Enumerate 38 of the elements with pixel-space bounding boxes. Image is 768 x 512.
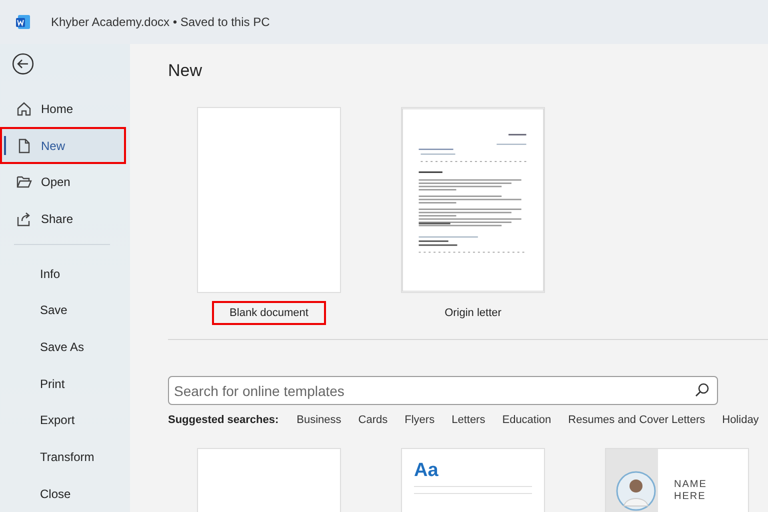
nav-item[interactable]: Close: [0, 475, 126, 512]
search-field[interactable]: Search for online templates: [168, 376, 718, 405]
home-icon: [16, 101, 32, 118]
nav-item[interactable]: Info: [0, 255, 126, 292]
letter-template-thumbnail[interactable]: [401, 107, 545, 293]
window-title: Khyber Academy.docx • Saved to this PC: [51, 15, 270, 29]
suggested-search-link[interactable]: Flyers: [404, 414, 435, 426]
template-label: Origin letter: [444, 306, 502, 321]
suggested-search-link[interactable]: Cards: [358, 414, 388, 426]
blank-template-thumbnail[interactable]: [197, 107, 341, 293]
suggested-searches-label: Suggested searches:: [168, 414, 279, 426]
suggested-search-link[interactable]: Business: [296, 414, 342, 426]
suggested-search-link[interactable]: Resumes and Cover Letters: [568, 414, 706, 426]
template-label: Blank document: [212, 301, 326, 325]
resume-name-text: NAME HERE: [674, 479, 708, 503]
resume-template-thumbnail[interactable]: NAME HERE: [605, 448, 749, 512]
folder-icon: [16, 174, 32, 190]
suggested-search-link[interactable]: Letters: [452, 414, 486, 426]
nav-item[interactable]: Export: [0, 402, 126, 439]
template-thumbnail[interactable]: Aa: [401, 448, 545, 512]
nav-item[interactable]: Save As: [0, 328, 126, 366]
nav-item[interactable]: Print: [0, 365, 126, 402]
nav-item[interactable]: Share: [0, 200, 126, 238]
suggested-search-link[interactable]: Education: [502, 414, 552, 426]
share-icon: [16, 211, 32, 228]
nav-item[interactable]: Home: [0, 90, 126, 128]
nav-item[interactable]: Open: [0, 164, 126, 201]
blank-template-thumbnail[interactable]: [197, 448, 341, 512]
nav-item[interactable]: New: [0, 127, 126, 164]
avatar-icon: [616, 471, 656, 511]
document-icon: [16, 138, 32, 154]
nav-item[interactable]: Save: [0, 292, 126, 329]
page-heading: New: [168, 61, 204, 81]
suggested-search-link[interactable]: Holiday: [722, 414, 759, 426]
nav-item[interactable]: Transform: [0, 438, 126, 476]
word-logo-icon: [15, 14, 31, 30]
template-heading-text: Aa: [414, 461, 440, 480]
search-icon[interactable]: [694, 382, 710, 398]
